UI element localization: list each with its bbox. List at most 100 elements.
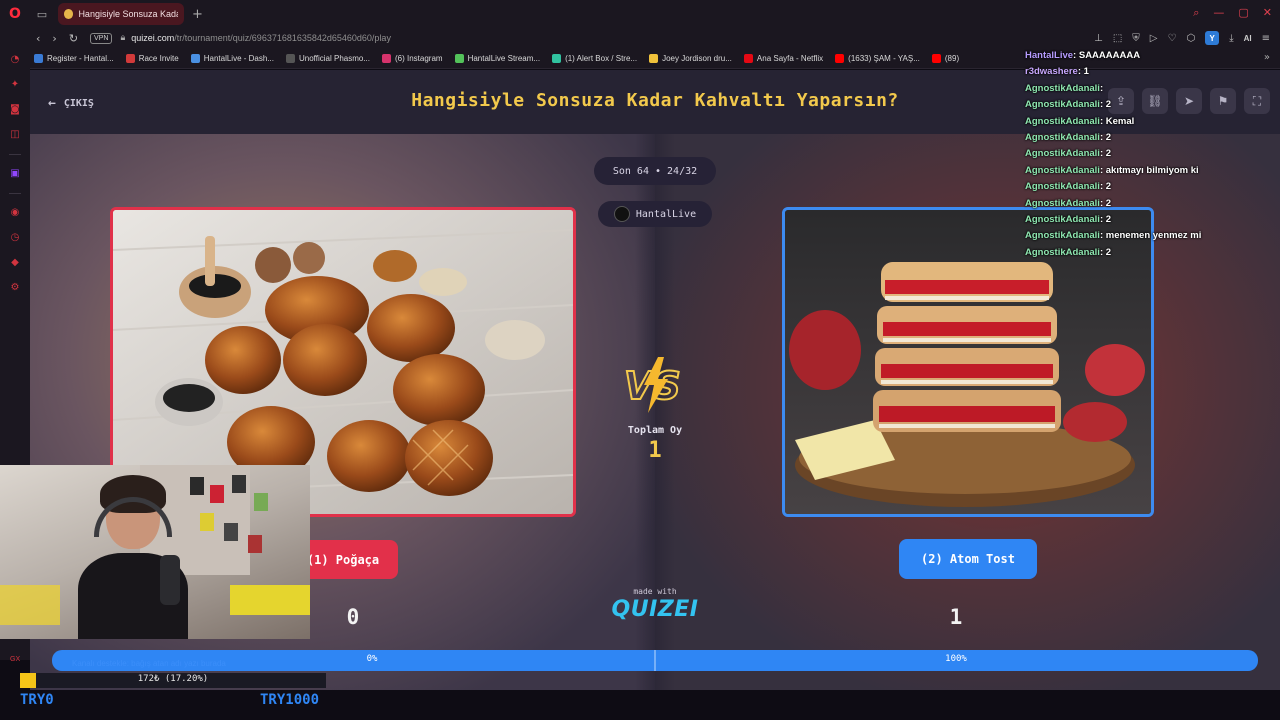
lock-icon[interactable]: 🔒︎ — [120, 33, 125, 43]
browser-tab[interactable]: Hangisiyle Sonsuza Kadar — [58, 3, 184, 25]
aria-icon[interactable]: ✦ — [9, 79, 21, 91]
wall-poster — [224, 523, 238, 541]
creator-name: HantalLive — [635, 208, 697, 220]
chat-message: AgnostikAdanali: 2 — [1025, 148, 1275, 164]
donation-goal-bar: 172₺ (17.20%) — [20, 673, 326, 688]
quizei-logo[interactable]: QUIZEI — [595, 597, 715, 622]
bookmark-item[interactable]: (1) Alert Box / Stre... — [552, 53, 637, 63]
menu-icon[interactable]: ≡ — [1262, 33, 1270, 44]
chat-text: 2 — [1105, 246, 1112, 258]
chat-message: AgnostikAdanali: 2 — [1025, 198, 1275, 214]
wall-poster — [232, 475, 246, 493]
extensions-icon[interactable]: ⬡ — [1186, 33, 1195, 44]
bookmark-label: HantalLive - Dash... — [203, 53, 274, 63]
browser-tab-bar: O ▭ Hangisiyle Sonsuza Kadar + ⌕ — ▢ ✕ — [0, 0, 1280, 28]
bookmark-item[interactable]: HantalLive Stream... — [454, 53, 540, 63]
bookmark-label: Joey Jordison dru... — [662, 53, 732, 63]
vote-right-button[interactable]: (2) Atom Tost — [899, 539, 1037, 579]
bookmark-item[interactable]: Race Invite — [125, 53, 179, 63]
bookmark-label: Race Invite — [138, 53, 179, 63]
bookmark-label: (6) Instagram — [395, 53, 443, 63]
chat-message: AgnostikAdanali: 2 — [1025, 247, 1275, 263]
chat-message: AgnostikAdanali: akıtmayı bilmiyom ki — [1025, 165, 1275, 181]
forward-icon[interactable]: › — [52, 32, 56, 45]
nav-buttons: ‹ › ↻ — [36, 32, 78, 45]
webcam-bed — [230, 585, 310, 615]
search-tabs-icon[interactable]: ⌕ — [1193, 6, 1199, 20]
speed-dial-icon[interactable]: ◔ — [9, 54, 21, 66]
music-icon[interactable]: ◫ — [9, 129, 21, 141]
reload-icon[interactable]: ↻ — [69, 32, 78, 45]
heart-icon[interactable]: ♡ — [1167, 33, 1176, 44]
bookmark-item[interactable]: HantalLive - Dash... — [190, 53, 274, 63]
goal-end: TRY1000 — [260, 692, 320, 708]
bookmark-favicon-icon — [286, 53, 295, 63]
chat-message: AgnostikAdanali: — [1025, 83, 1275, 99]
bookmark-label: (89) — [944, 53, 960, 63]
bookmark-item[interactable]: (89) — [931, 53, 960, 63]
vpn-badge[interactable]: VPN — [90, 32, 113, 44]
player-icon[interactable]: ◉ — [9, 207, 21, 219]
bookmark-item[interactable]: (6) Instagram — [382, 53, 443, 63]
play-icon[interactable]: ▷ — [1150, 33, 1158, 44]
minimize-icon[interactable]: — — [1213, 6, 1224, 20]
profile-avatar[interactable]: Y — [1205, 31, 1220, 45]
messenger-icon[interactable]: ◙ — [9, 104, 21, 116]
progress-divider — [654, 650, 656, 671]
chat-message: AgnostikAdanali: 2 — [1025, 99, 1275, 115]
microphone-icon — [160, 555, 180, 605]
snapshot-icon[interactable]: ⬚ — [1113, 33, 1122, 44]
bookmark-favicon-icon — [743, 53, 753, 63]
screen: O ▭ Hangisiyle Sonsuza Kadar + ⌕ — ▢ ✕ ‹… — [0, 0, 1280, 720]
new-tab-button[interactable]: + — [192, 7, 203, 22]
bookmark-label: Unofficial Phasmo... — [299, 53, 370, 63]
creator-badge[interactable]: HantalLive — [598, 201, 712, 227]
settings-icon[interactable]: ⚙ — [9, 282, 21, 294]
bookmark-favicon-icon — [649, 53, 659, 63]
left-percent: 0% — [366, 654, 378, 664]
bookmark-favicon-icon — [190, 53, 200, 63]
shield-icon[interactable]: ⛨ — [1132, 33, 1140, 44]
pin-icon[interactable]: ⊥ — [1094, 33, 1103, 44]
maximize-icon[interactable]: ▢ — [1238, 6, 1248, 20]
bookmark-favicon-icon — [552, 53, 562, 63]
close-icon[interactable]: ✕ — [1263, 6, 1272, 20]
back-icon[interactable]: ‹ — [36, 32, 40, 45]
bookmark-favicon-icon — [382, 53, 391, 63]
chat-username: AgnostikAdanali — [1025, 197, 1100, 209]
ai-button[interactable]: AI — [1244, 34, 1252, 43]
total-votes-label: Toplam Oy — [627, 425, 683, 436]
bookmark-favicon-icon — [835, 53, 845, 63]
bookmark-item[interactable]: Joey Jordison dru... — [649, 53, 732, 63]
tab-overview-icon[interactable]: ▭ — [30, 8, 54, 21]
chat-text: Kemal — [1105, 115, 1135, 127]
chat-separator: : — [1099, 82, 1104, 94]
donation-hint: Kanalı destekle: bağış atan adı yazı bur… — [72, 659, 226, 668]
webcam-lamp — [0, 585, 60, 625]
bookmark-favicon-icon — [34, 53, 43, 63]
gx-label: GX — [10, 656, 21, 663]
extensions-sidebar-icon[interactable]: ◆ — [9, 257, 21, 269]
chat-username: AgnostikAdanali — [1025, 230, 1100, 242]
history-icon[interactable]: ◷ — [9, 232, 21, 244]
wall-poster — [254, 493, 268, 511]
bookmark-item[interactable]: Register - Hantal... — [34, 53, 114, 63]
url-field[interactable]: quizei.com/tr/tournament/quiz/6963716816… — [131, 33, 391, 43]
bookmark-item[interactable]: Ana Sayfa - Netflix — [743, 53, 823, 63]
chat-username: AgnostikAdanali — [1025, 99, 1100, 111]
chat-text: 2 — [1105, 213, 1112, 225]
bookmark-favicon-icon — [931, 53, 941, 63]
bookmark-item[interactable]: Unofficial Phasmo... — [286, 53, 370, 63]
sidebar-divider — [9, 154, 21, 155]
download-icon[interactable]: ⤓ — [1229, 33, 1233, 44]
twitch-icon[interactable]: ▣ — [9, 168, 21, 180]
opera-logo-icon[interactable]: O — [0, 0, 30, 28]
address-bar: ‹ › ↻ VPN 🔒︎ quizei.com/tr/tournament/qu… — [0, 28, 1280, 48]
chat-text: 2 — [1105, 181, 1112, 193]
bookmark-item[interactable]: (1633) ŞAM - YAŞ... — [835, 53, 920, 63]
round-indicator: Son 64 • 24/32 — [594, 157, 716, 185]
right-percent: 100% — [945, 654, 967, 664]
chat-message: HantalLive: SAAAAAAAA — [1025, 50, 1275, 66]
window-controls: ⌕ — ▢ ✕ — [1193, 6, 1272, 20]
left-vote-count: 0 — [346, 605, 360, 629]
